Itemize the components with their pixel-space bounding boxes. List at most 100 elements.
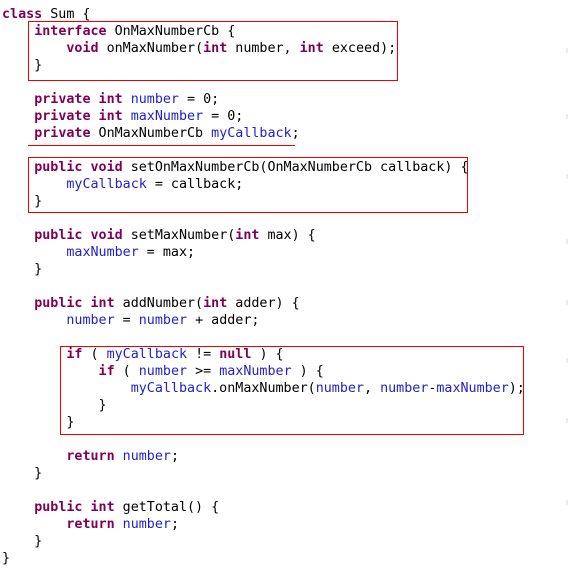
code-line: }	[2, 465, 42, 482]
code-token: OnMaxNumberCb	[90, 126, 212, 141]
code-token: ;	[170, 449, 179, 464]
margin-tick	[566, 114, 568, 119]
code-token: int	[299, 41, 324, 56]
code-line: }	[2, 550, 10, 567]
margin-tick	[566, 500, 568, 505]
code-token: }	[2, 262, 43, 277]
code-line: }	[2, 397, 107, 414]
code-token: setOnMaxNumberCb(OnMaxNumberCb callback)…	[122, 160, 469, 175]
code-token: number	[122, 517, 171, 532]
code-token: getTotal() {	[114, 500, 220, 515]
code-line: void onMaxNumber(int number, int exceed)…	[2, 40, 396, 57]
code-token: if	[98, 364, 115, 379]
code-token: max) {	[259, 228, 316, 243]
code-token: interface	[34, 24, 107, 39]
code-line: public void setMaxNumber(int max) {	[2, 227, 316, 244]
code-token: (	[82, 347, 107, 362]
code-token: ) {	[291, 364, 324, 379]
code-line: return number;	[2, 516, 179, 533]
code-token: addNumber(	[114, 296, 204, 311]
code-token: }	[2, 58, 43, 73]
code-line: }	[2, 533, 42, 550]
code-token: }	[2, 398, 107, 413]
code-token: }	[2, 534, 43, 549]
code-token: private int	[34, 109, 123, 124]
margin-tick	[566, 358, 568, 363]
code-line: public void setOnMaxNumberCb(OnMaxNumber…	[2, 159, 469, 176]
code-token: public int	[34, 500, 115, 515]
code-token: myCallback	[130, 381, 212, 396]
code-token: number	[130, 92, 179, 107]
code-token: int	[203, 296, 228, 311]
code-token: ;	[170, 517, 179, 532]
code-token: class	[2, 7, 43, 22]
code-line: myCallback.onMaxNumber(number, number-ma…	[2, 380, 525, 397]
code-token: if	[66, 347, 83, 362]
code-token: myCallback	[106, 347, 188, 362]
code-token: number,	[227, 41, 300, 56]
code-token: );	[508, 381, 525, 396]
code-token: ;	[291, 126, 300, 141]
code-token: number	[138, 313, 188, 328]
code-token: null	[219, 347, 252, 362]
code-token: int	[235, 228, 260, 243]
code-token: ,	[363, 381, 381, 396]
code-line: if ( myCallback != null ) {	[2, 346, 283, 363]
code-token: public void	[34, 160, 123, 175]
code-token: private int	[34, 92, 123, 107]
code-token: return	[66, 517, 115, 532]
margin-tick	[566, 418, 568, 423]
code-token: }	[2, 551, 11, 566]
code-token: onMaxNumber(	[98, 41, 204, 56]
code-token: number	[380, 381, 429, 396]
code-line: public int addNumber(int adder) {	[2, 295, 300, 312]
code-token: + adder;	[187, 313, 260, 328]
code-text-area[interactable]: class Sum { interface OnMaxNumberCb { vo…	[0, 0, 574, 572]
code-line: private int number = 0;	[2, 91, 219, 108]
code-line: public int getTotal() {	[2, 499, 219, 516]
code-token: !=	[187, 347, 220, 362]
code-token: maxNumber	[130, 109, 204, 124]
code-token: number	[66, 313, 115, 328]
code-line: }	[2, 57, 42, 74]
code-token: number	[122, 449, 171, 464]
code-line: private OnMaxNumberCb myCallback;	[2, 125, 300, 142]
code-token: myCallback	[211, 126, 292, 141]
code-token: int	[203, 41, 228, 56]
code-listing: class Sum { interface OnMaxNumberCb { vo…	[0, 0, 574, 572]
code-token: adder) {	[227, 296, 300, 311]
code-line: }	[2, 193, 42, 210]
code-line: myCallback = callback;	[2, 176, 243, 193]
code-token: setMaxNumber(	[122, 228, 236, 243]
code-token: number	[315, 381, 364, 396]
code-token: maxNumber	[219, 364, 292, 379]
code-token: void	[66, 41, 99, 56]
code-token: maxNumber	[66, 245, 139, 260]
code-token: = 0;	[178, 92, 220, 107]
code-line: class Sum {	[2, 6, 90, 23]
code-line: interface OnMaxNumberCb {	[2, 23, 235, 40]
margin-tick	[566, 174, 568, 179]
code-line: number = number + adder;	[2, 312, 259, 329]
code-line: }	[2, 414, 74, 431]
